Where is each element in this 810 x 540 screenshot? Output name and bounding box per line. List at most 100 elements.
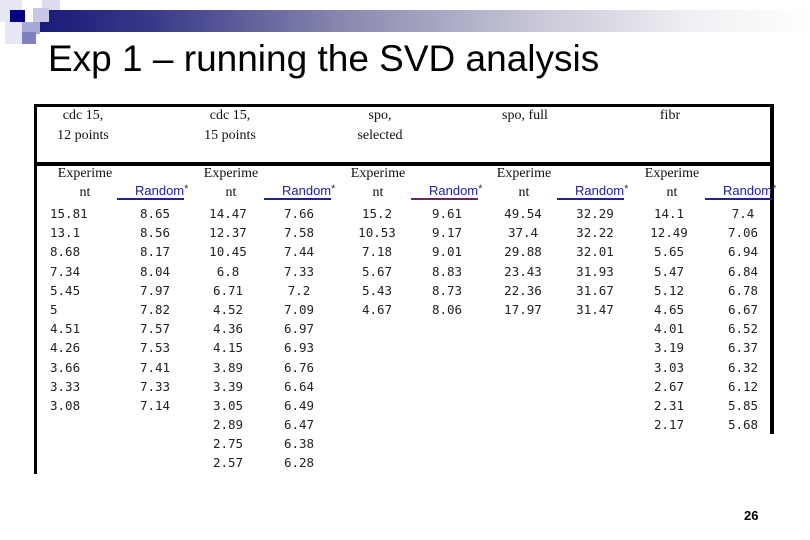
table-cell: 6.52 (727, 321, 759, 337)
table-cell: 3.39 (212, 378, 244, 394)
table-cell: 2.17 (653, 417, 685, 433)
subheader-experiment: Experime nt (57, 166, 113, 200)
table-cell: 3.08 (50, 397, 81, 413)
table-cell: 6.94 (727, 244, 759, 260)
table-cell: 15.2 (361, 206, 393, 221)
table-cell: 4.51 (50, 321, 81, 337)
table-cell: 2.75 (212, 436, 244, 452)
table-cell: 6.49 (283, 397, 315, 413)
subheader-experiment: Experime nt (644, 166, 700, 200)
table-cell: 7.97 (139, 282, 171, 298)
table-cell: 4.65 (653, 301, 685, 317)
table-cell: 32.22 (576, 225, 614, 241)
table-cell: 9.61 (431, 206, 463, 221)
table-cell: 8.06 (431, 301, 463, 317)
table-cell: 7.06 (727, 225, 759, 241)
table-cell: 9.17 (431, 225, 463, 241)
table-cell: 17.97 (504, 301, 542, 317)
table-cell: 3.33 (50, 378, 81, 394)
table-cell: 49.54 (504, 206, 542, 221)
table-cell: 6.12 (727, 378, 759, 394)
table-cell: 2.57 (212, 455, 244, 471)
table-cell: 29.88 (504, 244, 542, 260)
subheader-experiment: Experime nt (203, 166, 259, 200)
table-cell: 7.18 (361, 244, 393, 260)
table-cell: 5.12 (653, 282, 685, 298)
subheader-experiment: Experime nt (350, 166, 406, 200)
table-cell: 8.65 (139, 206, 171, 221)
dataset-header-cdc15-12: cdc 15, 12 points (57, 108, 109, 143)
table-cell: 6.67 (727, 301, 759, 317)
table-cell: 7.4 (731, 206, 755, 221)
table-cell: 32.29 (576, 206, 614, 221)
table-cell: 7.34 (50, 263, 81, 279)
column-cdc15-15-experiment: 14.47 12.37 10.45 6.8 6.71 4.52 4.36 4.15 3.89 3.… (193, 204, 263, 473)
table-cell: 14.1 (653, 206, 685, 221)
table-cell: 9.01 (431, 244, 463, 260)
subheader-random: Random* (411, 183, 482, 200)
table-cell: 5.68 (727, 417, 759, 433)
table-cell: 7.66 (283, 206, 315, 221)
page-number: 26 (744, 508, 759, 523)
table-cell: 7.53 (139, 340, 171, 356)
table-cell: 7.33 (283, 263, 315, 279)
table-cell: 6.47 (283, 417, 315, 433)
table-cell: 8.68 (50, 244, 81, 260)
table-cell: 4.26 (50, 340, 81, 356)
column-cdc15-12-experiment: 15.81 13.1 8.68 7.34 5.45 5 4.51 4.26 3.66 3.33 3.… (40, 204, 120, 415)
table-cell: 3.89 (212, 359, 244, 375)
table-left-border (34, 104, 37, 474)
subheader-random: Random* (117, 183, 188, 200)
table-cell: 5.65 (653, 244, 685, 260)
column-cdc15-12-random: 8.65 8.56 8.17 8.04 7.97 7.82 7.57 7.53 7.41 7.33… (120, 204, 190, 415)
table-cell: 23.43 (504, 263, 542, 279)
slide-title: Exp 1 – running the SVD analysis (48, 38, 600, 79)
table-cell: 12.37 (209, 225, 247, 241)
dataset-header-cdc15-15: cdc 15, 15 points (204, 108, 256, 143)
table-cell: 6.78 (727, 282, 759, 298)
table-cell: 4.67 (361, 301, 393, 317)
table-cell: 31.67 (576, 282, 614, 298)
subheader-random: Random* (705, 183, 776, 200)
table-cell: 4.52 (212, 301, 244, 317)
table-cell: 7.44 (283, 244, 315, 260)
table-cell: 6.28 (283, 455, 315, 471)
table-cell: 31.93 (576, 263, 614, 279)
table-cell: 22.36 (504, 282, 542, 298)
table-cell: 6.71 (212, 282, 244, 298)
table-cell: 6.93 (283, 340, 315, 356)
table-cell: 4.36 (212, 321, 244, 337)
table-cell: 2.89 (212, 417, 244, 433)
column-fibr-experiment: 14.1 12.49 5.65 5.47 5.12 4.65 4.01 3.19 3.03 2.6… (634, 204, 704, 434)
table-cell: 7.41 (139, 359, 171, 375)
table-cell: 8.17 (139, 244, 171, 260)
dataset-header-spo-selected: spo, selected (357, 108, 403, 143)
table-cell: 8.83 (431, 263, 463, 279)
table-cell: 3.03 (653, 359, 685, 375)
table-cell: 6.64 (283, 378, 315, 394)
column-spo-full-experiment: 49.54 37.4 29.88 23.43 22.36 17.97 (488, 204, 558, 319)
table-cell: 6.97 (283, 321, 315, 337)
column-fibr-random: 7.4 7.06 6.94 6.84 6.78 6.67 6.52 6.37 6.32 6.12 5… (708, 204, 778, 434)
table-cell: 5 (50, 301, 58, 317)
column-spo-selected-random: 9.61 9.17 9.01 8.83 8.73 8.06 (412, 204, 482, 319)
table-cell: 5.45 (50, 282, 81, 298)
table-cell: 6.37 (727, 340, 759, 356)
table-cell: 37.4 (507, 225, 539, 241)
table-cell: 3.05 (212, 397, 244, 413)
table-cell: 7.14 (139, 397, 171, 413)
table-cell: 8.73 (431, 282, 463, 298)
table-cell: 7.58 (283, 225, 315, 241)
table-cell: 8.56 (139, 225, 171, 241)
table-cell: 6.8 (216, 263, 240, 279)
table-cell: 15.81 (50, 206, 88, 221)
table-cell: 32.01 (576, 244, 614, 260)
table-cell: 10.45 (209, 244, 247, 260)
table-cell: 7.2 (287, 282, 311, 298)
title-gradient-bar (40, 10, 810, 32)
table-cell: 2.31 (653, 397, 685, 413)
table-cell: 7.82 (139, 301, 171, 317)
subheader-experiment: Experime nt (496, 166, 552, 200)
table-cell: 5.43 (361, 282, 393, 298)
subheader-random: Random* (264, 183, 335, 200)
